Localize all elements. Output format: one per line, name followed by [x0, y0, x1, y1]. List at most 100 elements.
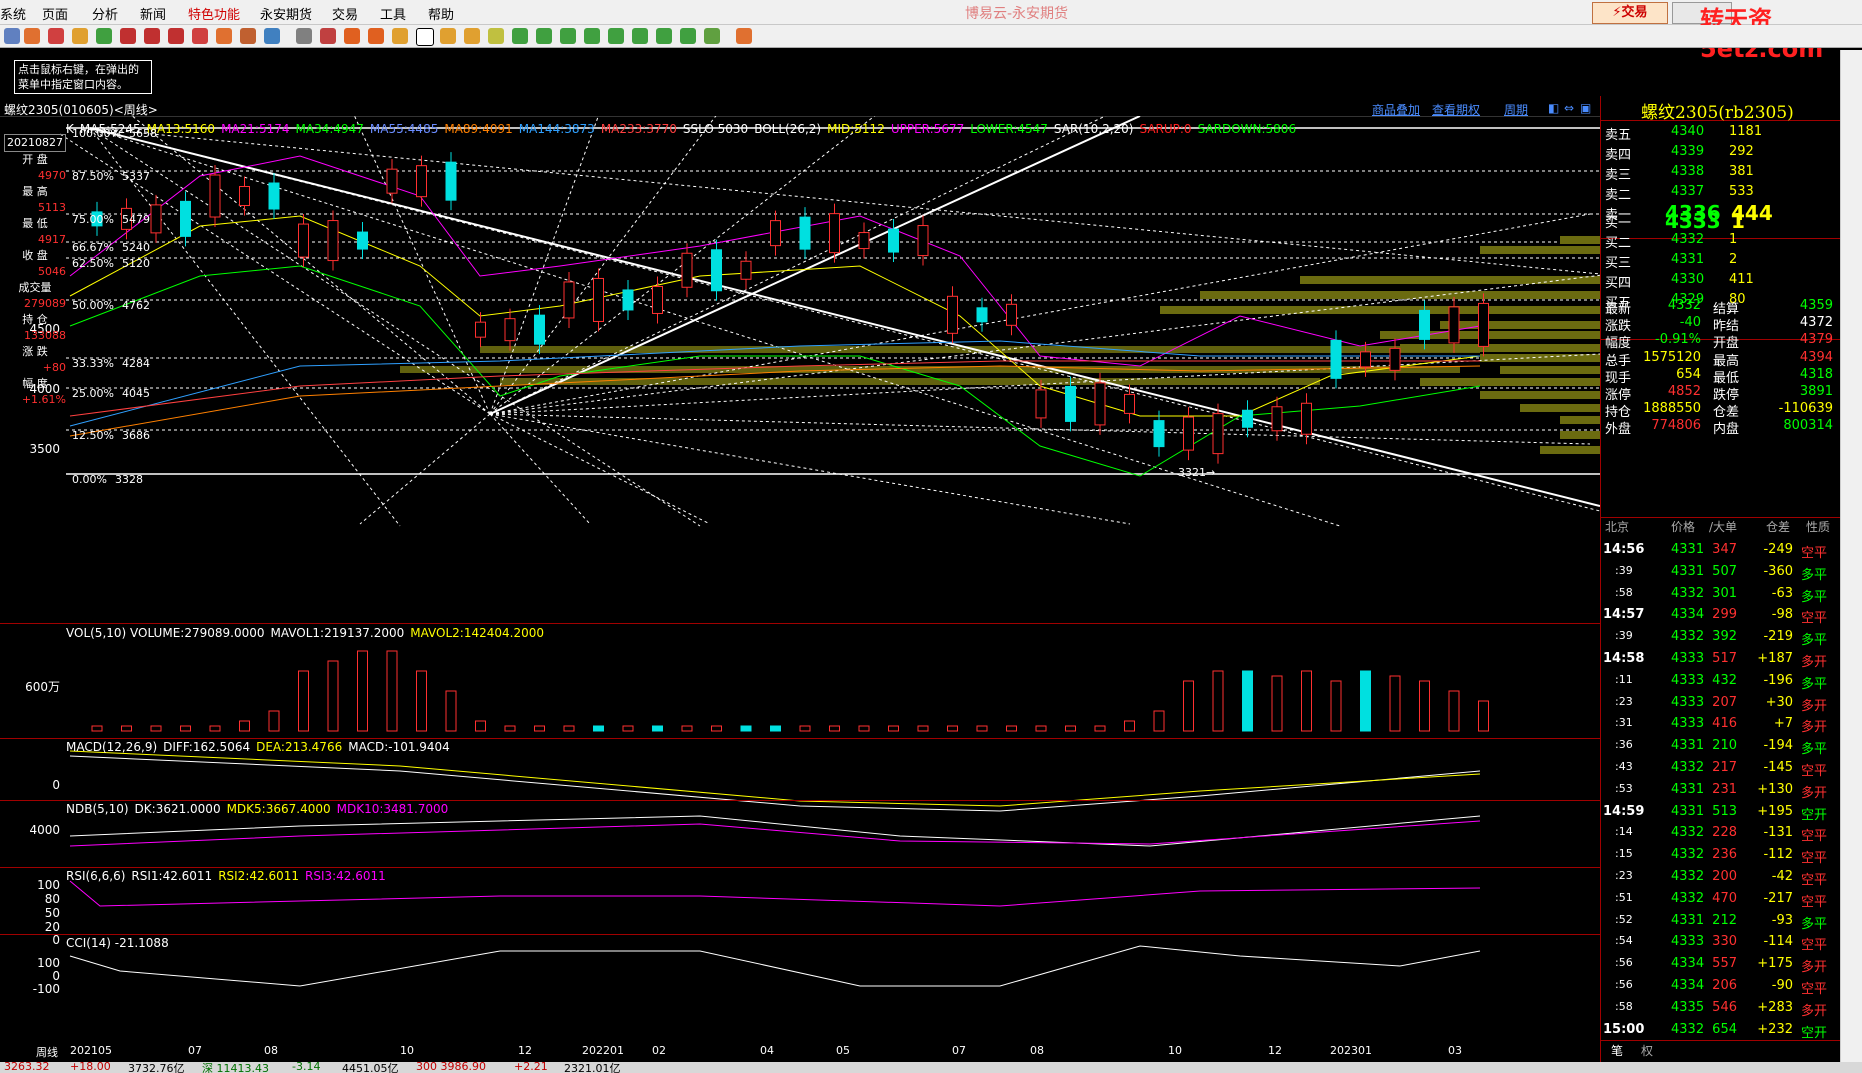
period-60-icon[interactable]: [632, 28, 648, 44]
bid-row[interactable]: 买三 4331 2: [1601, 250, 1841, 271]
stat-label: 最低: [1713, 370, 1740, 386]
menu-features[interactable]: 特色功能: [188, 4, 240, 23]
book-label: 买三: [1605, 256, 1632, 271]
folder-icon[interactable]: [72, 28, 88, 44]
book-label: 买四: [1605, 276, 1632, 291]
refresh-icon[interactable]: [96, 28, 112, 44]
tick-kind: 多平: [1801, 742, 1828, 758]
volume-profile-bar: [1420, 378, 1600, 386]
season-icon[interactable]: [464, 28, 480, 44]
rsi-axis-0: 0: [52, 933, 60, 947]
zoom-in-icon[interactable]: [120, 28, 136, 44]
bid-row[interactable]: 买二 4332 1: [1601, 230, 1841, 251]
tick-time: :56: [1615, 956, 1633, 970]
period-4h-icon[interactable]: [680, 28, 696, 44]
maximize-icon[interactable]: ▣: [1580, 101, 1591, 115]
info-value: 133088: [24, 329, 66, 342]
tick-volume: 557: [1712, 956, 1737, 972]
volume-bar: [445, 690, 457, 732]
status-item: 3263.32: [4, 1062, 50, 1073]
tick-time: :14: [1615, 825, 1633, 839]
chart-area[interactable]: K MA5:5245 MA13:5160 MA21:5174 MA34:4947 MA55…: [0, 116, 1600, 1058]
nav-left-icon[interactable]: ◧: [1548, 101, 1559, 115]
ask-row[interactable]: 卖四 4339 292: [1601, 142, 1841, 163]
bid-row[interactable]: 买一 4333 1: [1601, 209, 1841, 233]
back-icon[interactable]: [4, 28, 20, 44]
period-5-icon[interactable]: [560, 28, 576, 44]
chart-icon[interactable]: [320, 28, 336, 44]
fib-price: 5120: [121, 257, 150, 270]
scrollbar[interactable]: [1840, 50, 1862, 1062]
tick-kind: 多开: [1801, 655, 1828, 670]
home-icon[interactable]: [24, 28, 40, 44]
book-price: 4338: [1671, 164, 1705, 179]
book-price: 4330: [1671, 272, 1705, 287]
tick-time: :51: [1615, 890, 1633, 904]
month-icon[interactable]: [440, 28, 456, 44]
period-3-icon[interactable]: [536, 28, 552, 44]
tick-row: 15:00 4332 654 +232 空开: [1601, 1020, 1841, 1042]
menu-page[interactable]: 页面: [42, 4, 68, 23]
menu-news[interactable]: 新闻: [140, 4, 166, 23]
volume-profile-bar: [500, 378, 1320, 385]
volume-axis-label: 600万: [25, 680, 60, 694]
fib-percent: 66.67%: [72, 241, 114, 254]
pen-icon[interactable]: [216, 28, 232, 44]
candle-body: [445, 161, 457, 201]
nav-right-icon[interactable]: ⇔: [1564, 101, 1574, 115]
alert-icon[interactable]: [240, 28, 256, 44]
period-1-icon[interactable]: [512, 28, 528, 44]
ask-row[interactable]: 卖三 4338 381: [1601, 162, 1841, 183]
fib-percent: 25.00%: [72, 387, 114, 400]
menu-analysis[interactable]: 分析: [92, 4, 118, 23]
stat-label: 现手: [1605, 370, 1632, 386]
status-item: 300 3986.90: [416, 1062, 486, 1073]
period-2h-icon[interactable]: [656, 28, 672, 44]
candle-body: [1242, 409, 1253, 428]
menu-system[interactable]: 系统: [0, 4, 26, 23]
quote-icon[interactable]: [48, 28, 64, 44]
tick-icon[interactable]: [344, 28, 360, 44]
week-icon[interactable]: [416, 28, 434, 46]
volume-profile-bar: [1500, 366, 1600, 374]
indicator-value: DIFF:162.5064: [163, 740, 251, 754]
stat-row: 总手 1575120 最高 4394: [1601, 350, 1841, 369]
draw-icon[interactable]: [192, 28, 208, 44]
year-icon[interactable]: [488, 28, 504, 44]
tick-kind: 空开: [1801, 807, 1828, 823]
indicator-value: MA144:3873: [518, 122, 595, 136]
search-icon[interactable]: [168, 28, 184, 44]
tick-oi-change: -42: [1771, 869, 1793, 884]
table-icon[interactable]: [296, 28, 312, 44]
fib-percent: 87.50%: [72, 170, 114, 183]
menu-yongan[interactable]: 永安期货: [260, 4, 312, 23]
period-y-icon[interactable]: [704, 28, 720, 44]
calc-icon[interactable]: [736, 28, 752, 44]
menu-help[interactable]: 帮助: [428, 4, 454, 23]
layout-icon[interactable]: [264, 28, 280, 44]
volume-bar: [1360, 670, 1371, 732]
tab-ticks[interactable]: 笔: [1611, 1042, 1623, 1059]
indicator-value: RSI(6,6,6): [66, 869, 126, 883]
volume-bar: [504, 725, 516, 732]
period-30-icon[interactable]: [608, 28, 624, 44]
day-icon[interactable]: [392, 28, 408, 44]
indicator-value: SARDOWN:5806: [1197, 122, 1297, 136]
bid-row[interactable]: 买四 4330 411: [1601, 270, 1841, 291]
tick-row: :58 4335 546 +283 多开: [1601, 998, 1841, 1020]
minute-icon[interactable]: [368, 28, 384, 44]
stat-value: 4359: [1799, 298, 1833, 313]
ask-row[interactable]: 卖二 4337 533: [1601, 182, 1841, 203]
zoom-out-icon[interactable]: [144, 28, 160, 44]
tab-rights[interactable]: 权: [1641, 1042, 1653, 1059]
trade-button[interactable]: ⚡交易: [1592, 2, 1668, 24]
menu-tools[interactable]: 工具: [380, 4, 406, 23]
pane-separator: [0, 800, 1600, 801]
volume-bar: [1478, 700, 1489, 732]
volume-bar: [1183, 680, 1194, 732]
period-15-icon[interactable]: [584, 28, 600, 44]
tick-time: :58: [1615, 585, 1633, 599]
candle-body: [475, 321, 486, 338]
menu-trade[interactable]: 交易: [332, 4, 358, 23]
ask-row[interactable]: 卖五 4340 1181: [1601, 122, 1841, 143]
